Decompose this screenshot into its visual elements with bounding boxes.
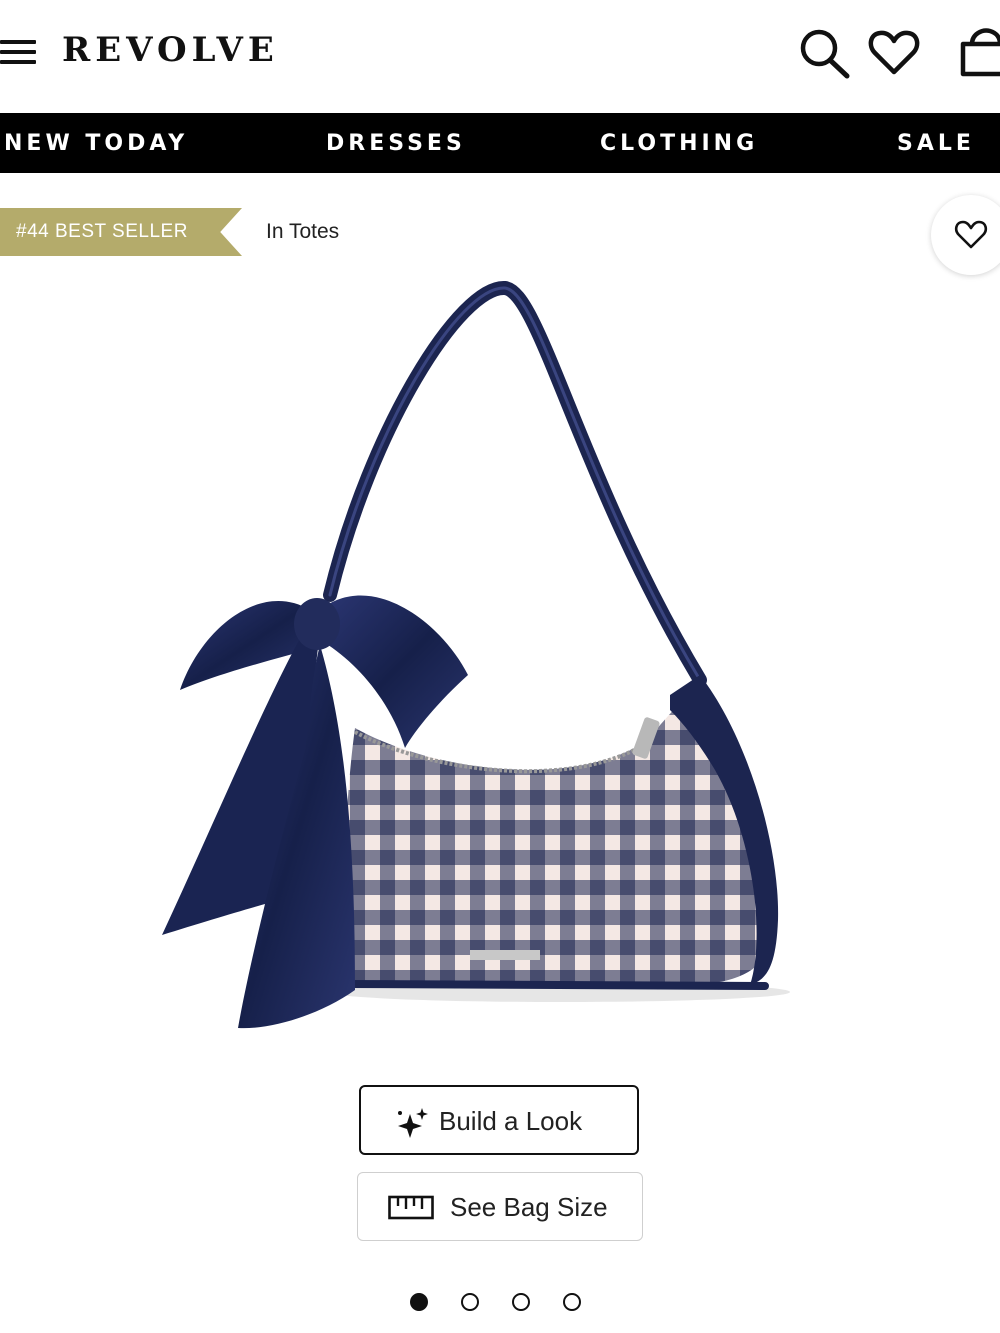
main-nav: NEW TODAY DRESSES CLOTHING SALE [0,113,1000,173]
see-bag-size-label: See Bag Size [450,1192,608,1222]
carousel-dot-2[interactable] [461,1293,479,1311]
best-seller-badge: #44 BEST SELLER [0,208,242,256]
product-image[interactable] [140,280,860,1050]
nav-new-today[interactable]: NEW TODAY [4,131,188,156]
carousel-dot-1[interactable] [410,1293,428,1311]
ruler-icon [388,1195,434,1220]
logo[interactable]: REVOLVE [62,30,279,70]
see-bag-size-button[interactable]: See Bag Size [357,1172,643,1241]
carousel-dot-3[interactable] [512,1293,530,1311]
build-a-look-label: Build a Look [439,1106,583,1136]
nav-clothing[interactable]: CLOTHING [600,131,758,156]
build-a-look-button[interactable]: Build a Look [359,1085,639,1155]
favorite-button[interactable] [931,195,1000,275]
sparkle-icon [398,1108,428,1138]
category-link[interactable]: In Totes [266,220,339,244]
nav-dresses[interactable]: DRESSES [326,131,466,156]
best-seller-label: #44 BEST SELLER [16,221,188,242]
search-icon[interactable] [796,26,852,80]
header: REVOLVE [0,0,1000,112]
carousel-dot-4[interactable] [563,1293,581,1311]
carousel-indicator [410,1293,590,1313]
shopping-bag-icon[interactable] [955,26,1000,80]
nav-sale[interactable]: SALE [897,131,975,156]
menu-icon[interactable] [0,38,38,66]
heart-icon [954,220,988,249]
heart-icon[interactable] [866,26,922,80]
